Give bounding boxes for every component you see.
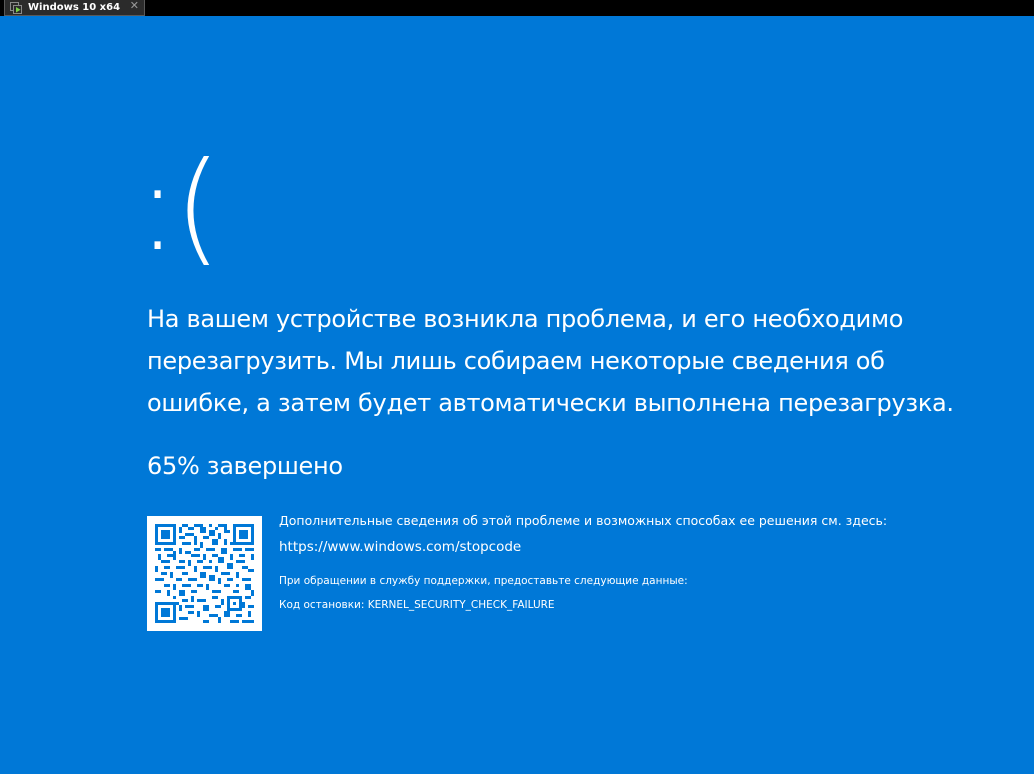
error-message: На вашем устройстве возникла проблема, и…: [147, 298, 1007, 424]
vm-tab-title: Windows 10 x64: [28, 1, 121, 13]
sad-face: :(: [137, 136, 222, 278]
info-text: Дополнительные сведения об этой проблеме…: [279, 513, 888, 528]
qr-code-pattern: [155, 524, 254, 623]
blue-screen: :( На вашем устройстве возникла проблема…: [0, 16, 1034, 774]
vm-play-icon: [10, 1, 22, 14]
vm-tab[interactable]: Windows 10 x64 ✕: [4, 0, 145, 16]
error-message-line: На вашем устройстве возникла проблема, и…: [147, 305, 904, 333]
stopcode-info: Дополнительные сведения об этой проблеме…: [279, 512, 887, 612]
stop-code: Код остановки: KERNEL_SECURITY_CHECK_FAI…: [279, 599, 555, 611]
stopcode-link[interactable]: https://www.windows.com/stopcode: [279, 538, 887, 556]
error-message-line: ошибке, а затем будет автоматически выпо…: [147, 389, 954, 417]
progress-text: 65% завершено: [147, 452, 343, 480]
error-message-line: перезагрузить. Мы лишь собираем некоторы…: [147, 347, 885, 375]
close-icon[interactable]: ✕: [130, 0, 139, 12]
qr-code: [147, 516, 262, 631]
vm-tab-bar: Windows 10 x64 ✕: [0, 0, 1034, 16]
support-text: При обращении в службу поддержки, предос…: [279, 575, 688, 587]
